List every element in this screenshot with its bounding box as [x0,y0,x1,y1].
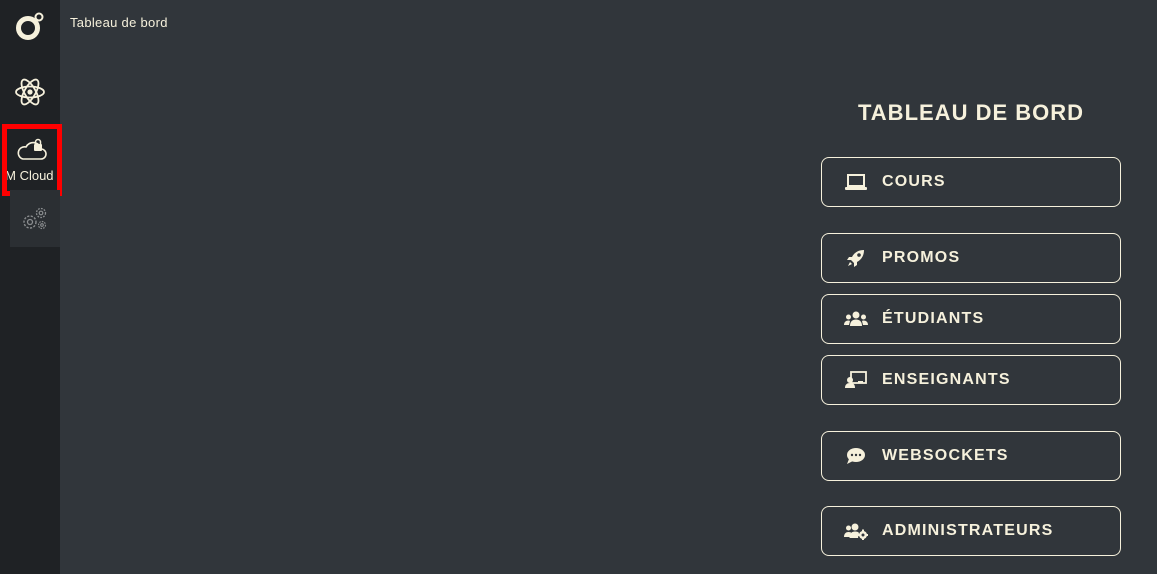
users-icon [844,309,868,329]
promos-label: PROMOS [882,249,961,266]
breadcrumb[interactable]: Tableau de bord [70,15,168,30]
sidebar-item-react[interactable] [0,70,60,114]
rocket-icon [844,248,868,268]
sidebar: VM Cloud [0,0,62,574]
enseignants-label: ENSEIGNANTS [882,371,1011,388]
sidebar-item-settings[interactable] [10,190,60,247]
logo-icon[interactable] [0,6,60,46]
teacher-icon [844,370,868,390]
websockets-button[interactable]: WEBSOCKETS [821,431,1121,481]
etudiants-label: ÉTUDIANTS [882,310,985,327]
users-cog-icon [844,521,868,541]
sidebar-item-vm-cloud[interactable]: VM Cloud [2,124,62,196]
sidebar-item-label: VM Cloud [2,167,54,183]
app-window: VM Cloud Tableau de bord TABLEAU DE BORD [0,0,1157,574]
comment-icon [844,446,868,466]
administrateurs-label: ADMINISTRATEURS [882,522,1054,539]
promos-button[interactable]: PROMOS [821,233,1121,283]
enseignants-button[interactable]: ENSEIGNANTS [821,355,1121,405]
atom-icon [14,77,46,107]
administrateurs-button[interactable]: ADMINISTRATEURS [821,506,1121,556]
cloud-lock-icon [16,138,48,162]
laptop-icon [844,172,868,192]
page-title: TABLEAU DE BORD [857,100,1085,125]
etudiants-button[interactable]: ÉTUDIANTS [821,294,1121,344]
gears-icon [20,205,50,233]
cours-label: COURS [882,173,946,190]
cours-button[interactable]: COURS [821,157,1121,207]
websockets-label: WEBSOCKETS [882,447,1009,464]
